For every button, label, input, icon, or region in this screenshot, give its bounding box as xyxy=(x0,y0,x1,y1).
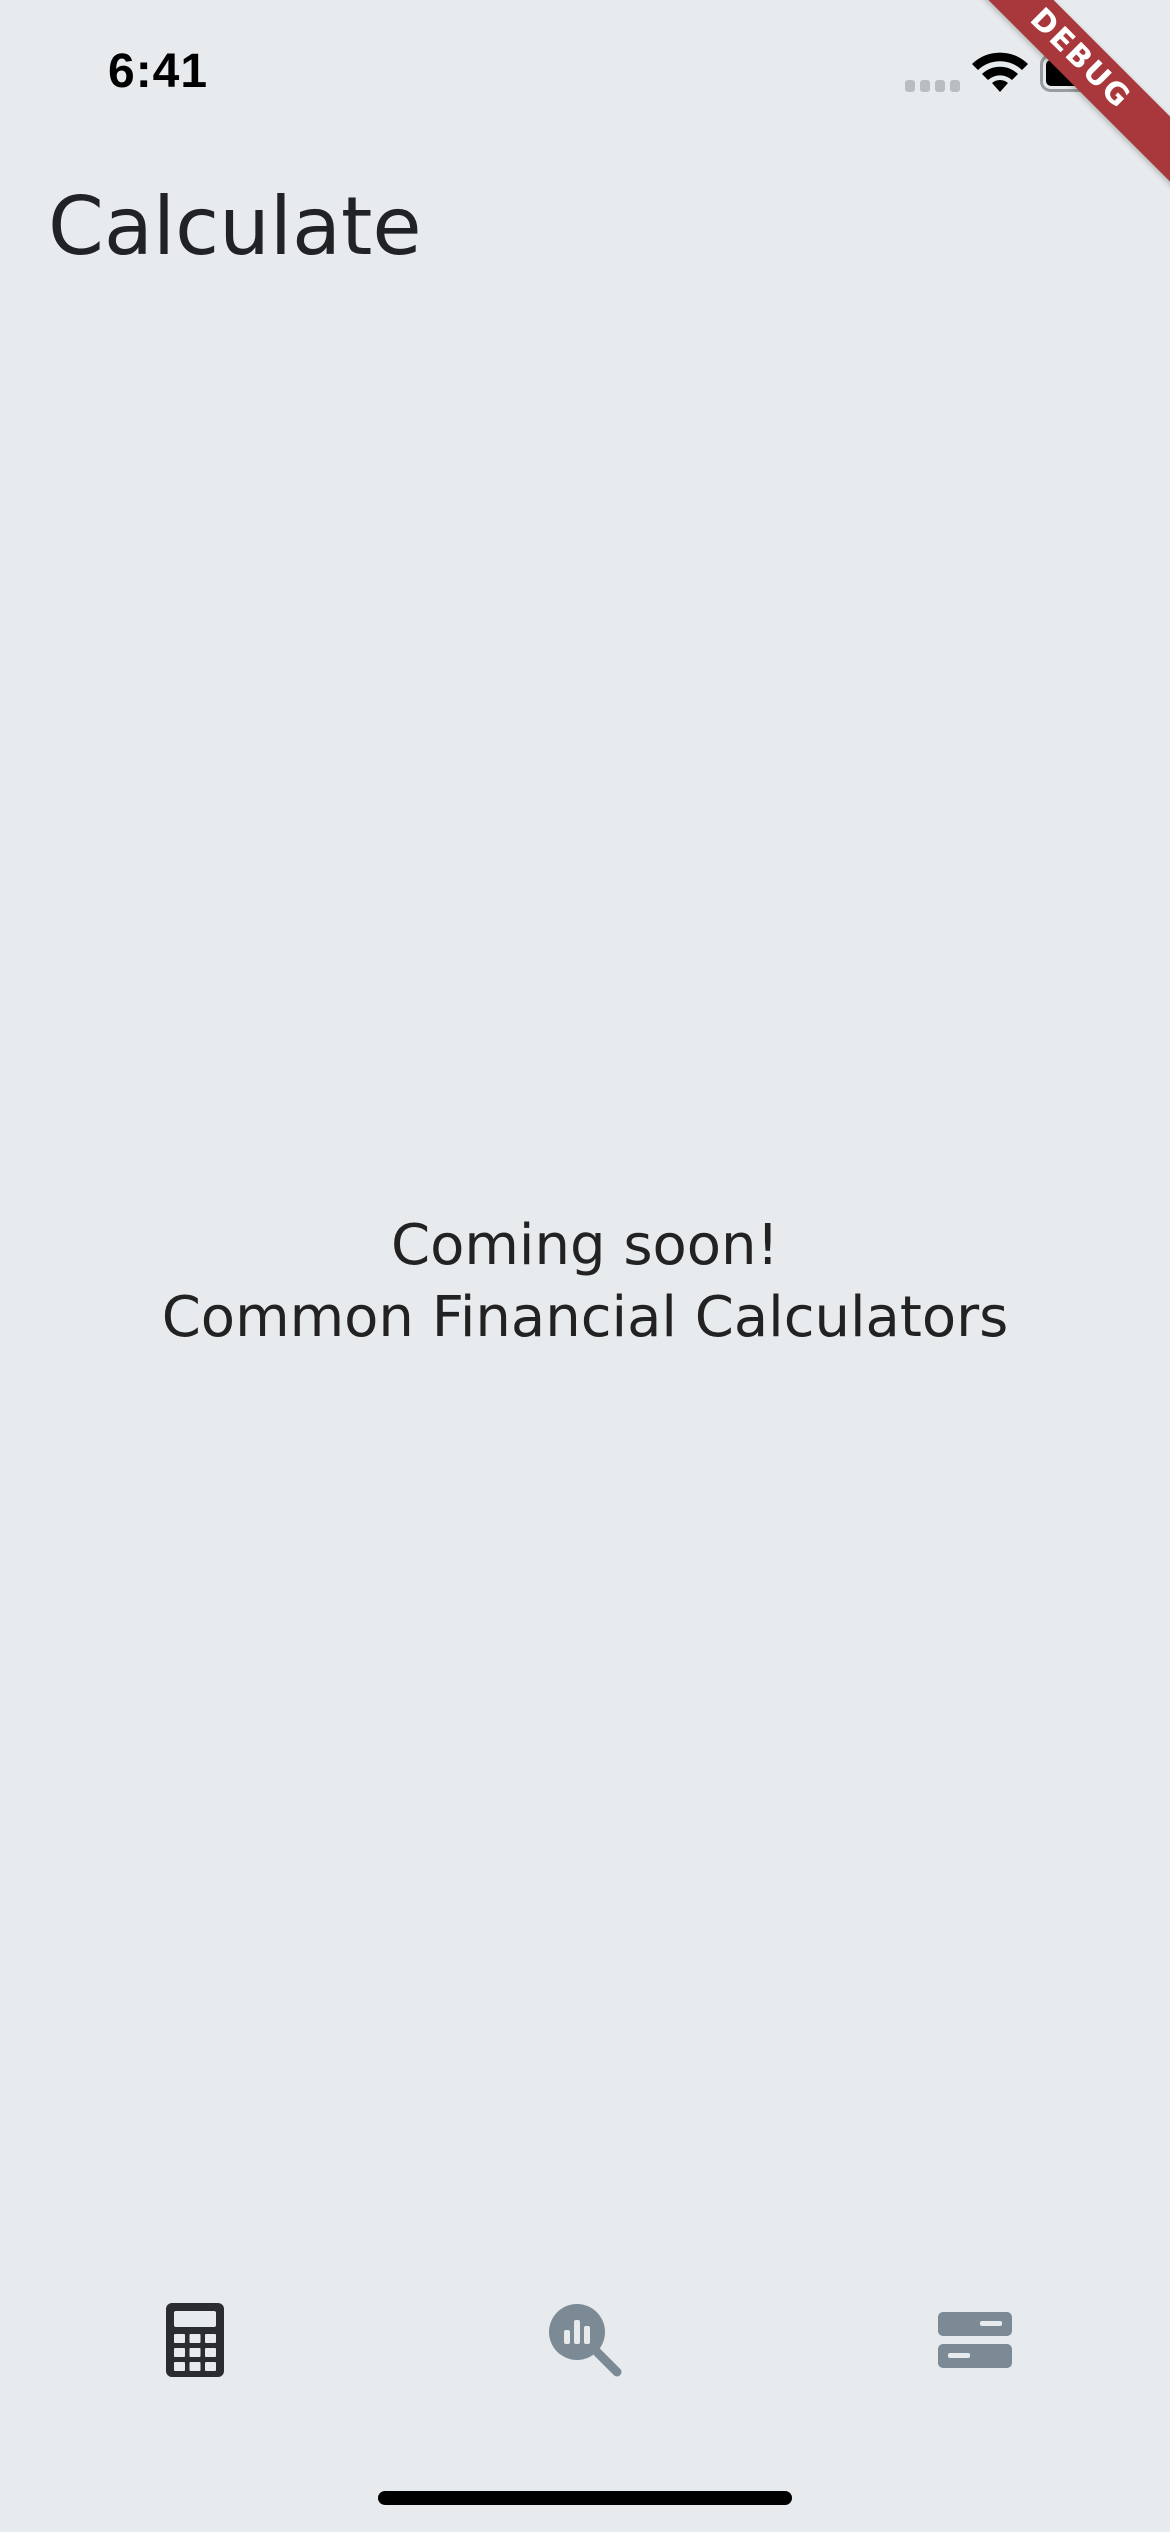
message-line-2: Common Financial Calculators xyxy=(161,1285,1009,1350)
analytics-search-icon xyxy=(549,2304,622,2377)
calculator-icon xyxy=(166,2303,224,2377)
nav-storage-tab[interactable] xyxy=(915,2280,1035,2400)
message-line-1: Coming soon! xyxy=(391,1213,779,1278)
cellular-signal-icon xyxy=(905,80,960,92)
home-indicator[interactable] xyxy=(378,2491,792,2505)
status-time: 6:41 xyxy=(108,45,209,98)
nav-analytics-tab[interactable] xyxy=(525,2280,645,2400)
nav-calculate-tab[interactable] xyxy=(135,2280,255,2400)
app-screen: 6:41 DEBUG Calculate Coming soon! Common… xyxy=(0,0,1170,2532)
status-bar: 6:41 xyxy=(0,0,1170,150)
page-title: Calculate xyxy=(48,180,422,273)
coming-soon-message: Coming soon! Common Financial Calculator… xyxy=(0,1210,1170,1354)
bottom-navigation xyxy=(0,2280,1170,2400)
storage-icon xyxy=(938,2312,1012,2368)
wifi-icon xyxy=(972,52,1028,92)
